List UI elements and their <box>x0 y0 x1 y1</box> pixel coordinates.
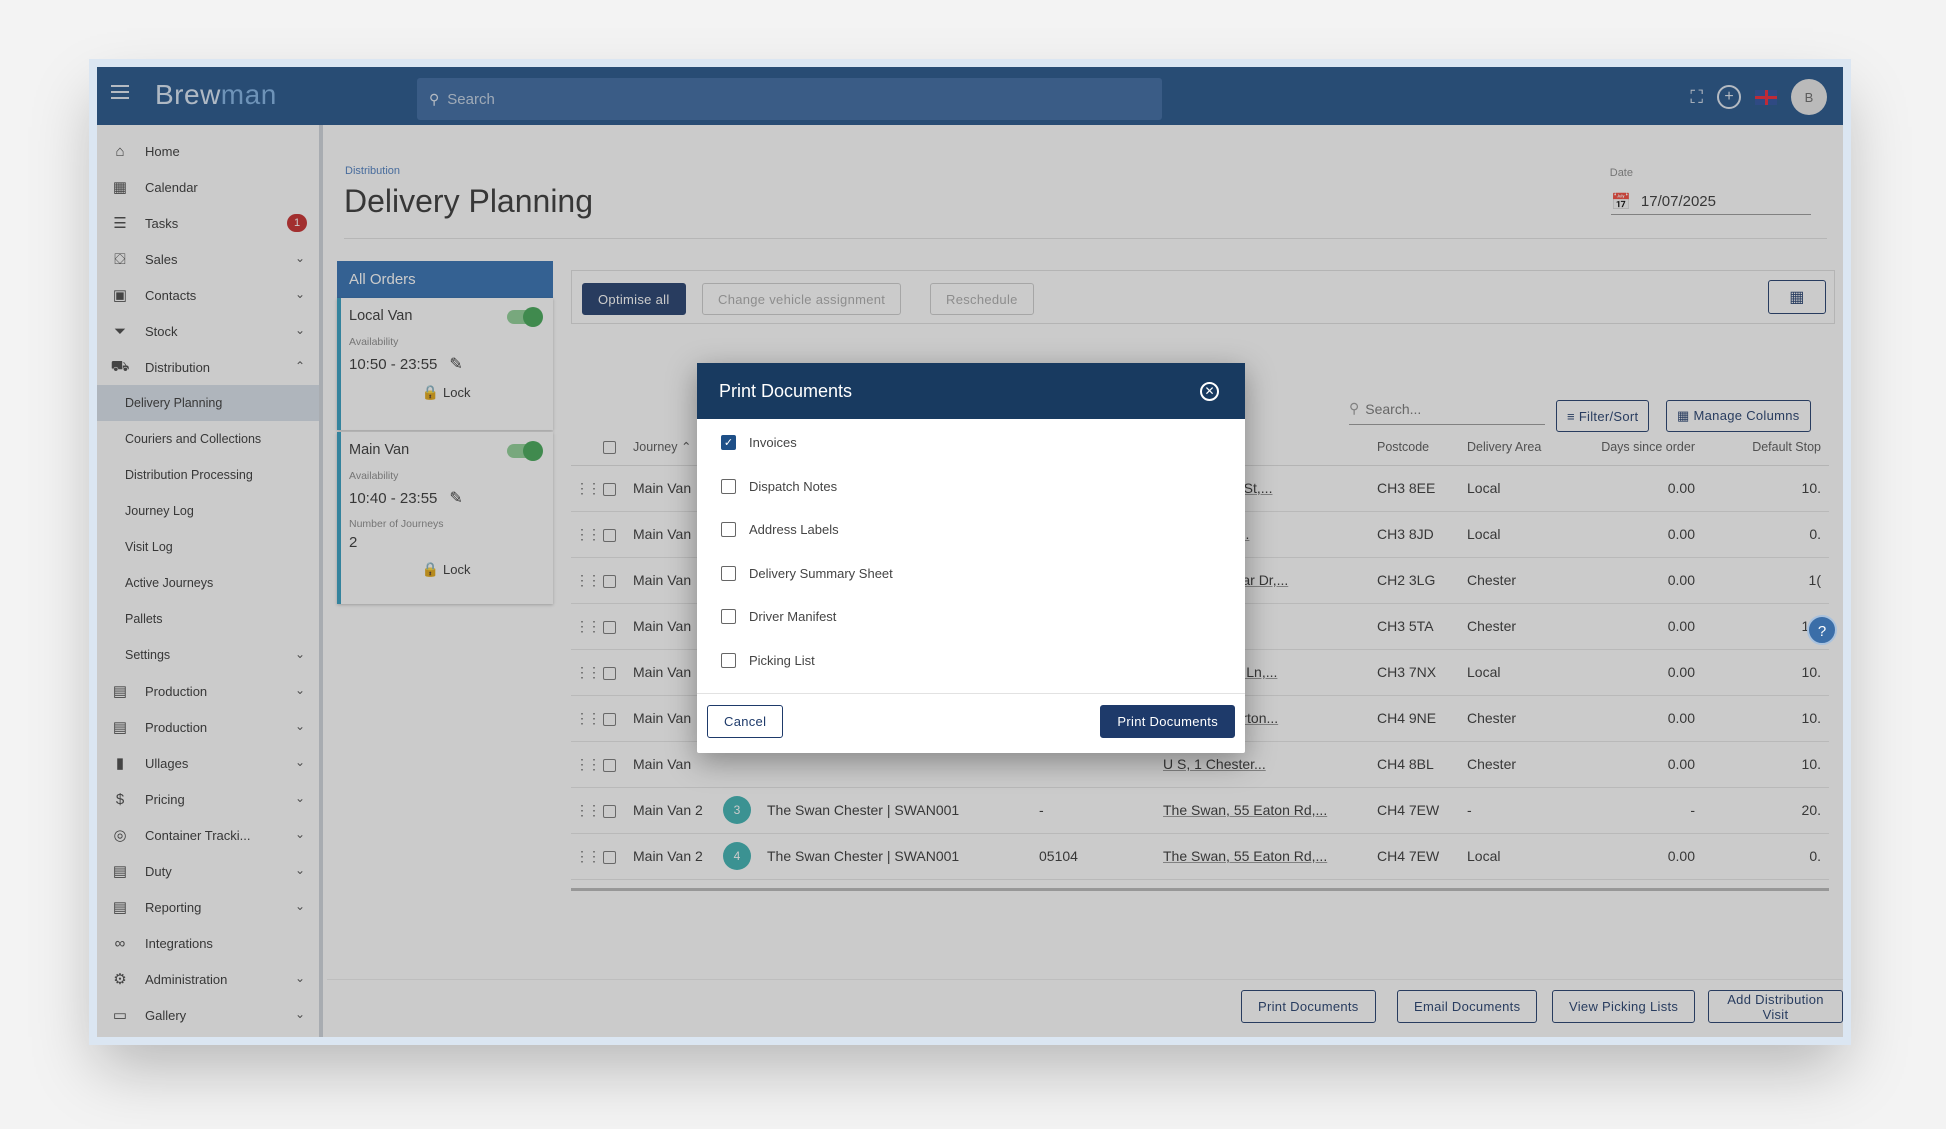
option-label: Picking List <box>749 652 815 668</box>
option-label: Dispatch Notes <box>749 478 838 494</box>
option-label: Delivery Summary Sheet <box>749 565 893 581</box>
option-invoices[interactable]: ✓ Invoices <box>697 421 1245 465</box>
invoices-checkbox[interactable]: ✓ <box>721 435 736 451</box>
option-label: Invoices <box>749 435 797 451</box>
app-window: Brewman ⚲ ⛶ + B ⌂Home▦Calendar☰Tasks1⛋Sa… <box>97 67 1843 1037</box>
option-label: Address Labels <box>749 522 839 538</box>
print-documents-dialog: Print Documents ✕ ✓ Invoices Dispatch Note… <box>697 363 1245 753</box>
dialog-title: Print Documents <box>719 380 853 401</box>
option-delivery-summary-sheet[interactable]: Delivery Summary Sheet <box>697 552 1245 596</box>
delivery-summary-sheet-checkbox[interactable] <box>721 565 736 581</box>
driver-manifest-checkbox[interactable] <box>721 609 736 625</box>
dialog-footer: Cancel Print Documents <box>697 693 1245 753</box>
option-dispatch-notes[interactable]: Dispatch Notes <box>697 465 1245 509</box>
option-address-labels[interactable]: Address Labels <box>697 508 1245 552</box>
address-labels-checkbox[interactable] <box>721 522 736 538</box>
close-icon[interactable]: ✕ <box>1200 382 1219 401</box>
picking-list-checkbox[interactable] <box>721 652 736 668</box>
option-label: Driver Manifest <box>749 609 837 625</box>
dispatch-notes-checkbox[interactable] <box>721 478 736 494</box>
dialog-header: Print Documents ✕ <box>697 363 1245 419</box>
help-icon[interactable]: ? <box>1807 615 1837 645</box>
cancel-button[interactable]: Cancel <box>707 705 784 738</box>
confirm-print-button[interactable]: Print Documents <box>1100 705 1235 738</box>
option-driver-manifest[interactable]: Driver Manifest <box>697 595 1245 639</box>
option-picking-list[interactable]: Picking List <box>697 639 1245 683</box>
